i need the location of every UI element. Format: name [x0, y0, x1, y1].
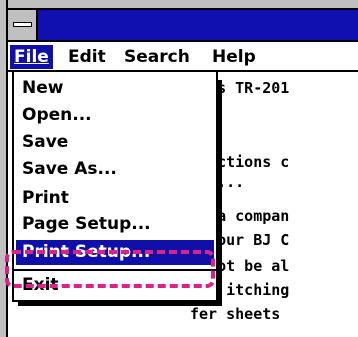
- menu-shadow: [218, 80, 222, 306]
- menu-search[interactable]: Search: [120, 45, 194, 69]
- window-frame-left: [0, 0, 8, 337]
- menu-item-save-as[interactable]: Save As...: [16, 157, 214, 182]
- menu-item-new[interactable]: New: [16, 76, 214, 101]
- menu-item-exit[interactable]: Exit: [16, 273, 214, 298]
- file-menu-dropdown: New Open... Save Save As... Print Page S…: [12, 72, 218, 302]
- menu-file[interactable]: File: [10, 45, 53, 69]
- menu-edit[interactable]: Edit: [64, 45, 110, 69]
- menu-item-open[interactable]: Open...: [16, 103, 214, 128]
- menu-bar: File Edit Search Help: [8, 42, 358, 72]
- menu-item-page-setup[interactable]: Page Setup...: [16, 212, 214, 237]
- system-menu-icon: [13, 22, 32, 27]
- menu-item-print[interactable]: Print: [16, 186, 214, 211]
- menu-help[interactable]: Help: [208, 45, 260, 69]
- menu-item-print-setup[interactable]: Print Setup...: [16, 240, 214, 265]
- menu-file-label: File: [14, 47, 49, 67]
- menu-help-label: Help: [212, 47, 256, 67]
- menu-item-save[interactable]: Save: [16, 130, 214, 155]
- menu-search-label: Search: [124, 47, 190, 67]
- system-menu-button[interactable]: [8, 10, 38, 40]
- menu-shadow: [18, 302, 222, 306]
- document-line: fer sheets: [190, 305, 281, 323]
- menu-edit-label: Edit: [68, 47, 106, 67]
- title-bar[interactable]: [8, 8, 358, 42]
- window-frame-top: [0, 0, 358, 8]
- notepad-window: File Edit Search Help fers TR-201 tructi…: [0, 0, 358, 337]
- menu-separator: [14, 269, 218, 271]
